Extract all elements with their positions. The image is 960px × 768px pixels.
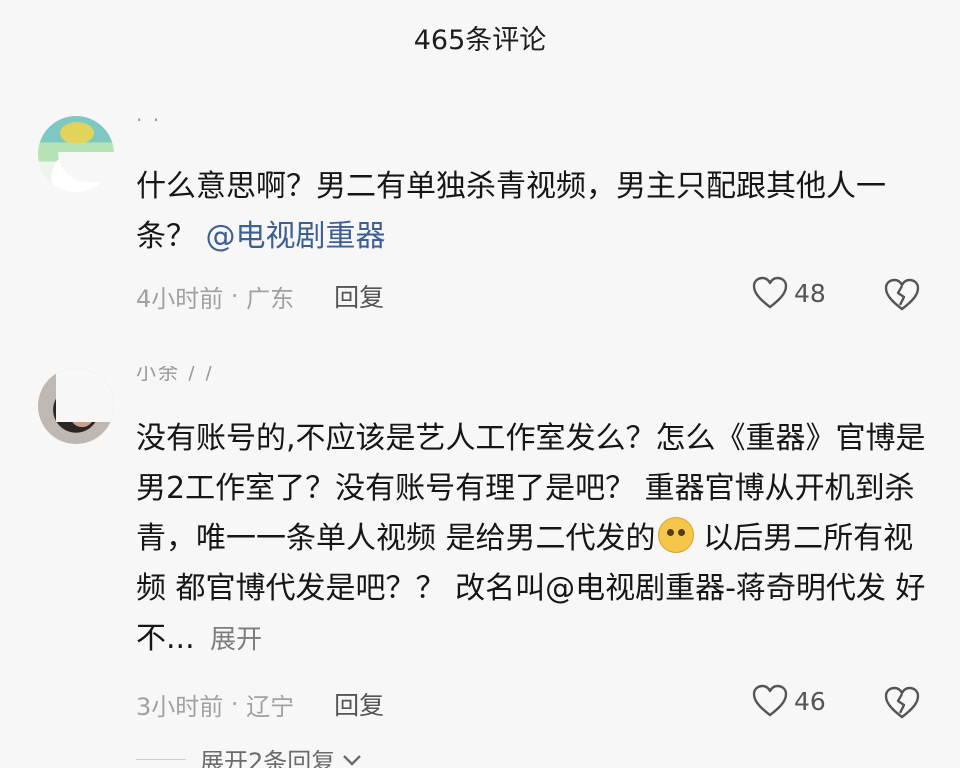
broken-heart-icon [884, 686, 920, 719]
comment-text[interactable]: 没有账号的,不应该是艺人工作室发么？怎么《重器》官博是男2工作室了？没有账号有理… [136, 414, 926, 665]
dislike-button[interactable] [884, 278, 920, 316]
avatar[interactable] [38, 116, 114, 192]
comment-time: 4小时前 [136, 284, 224, 313]
comment-text[interactable]: 什么意思啊？男二有单独杀青视频，男主只配跟其他人一条？ @电视剧重器 [136, 162, 926, 262]
heart-outline-icon [752, 276, 788, 309]
broken-heart-icon [884, 278, 920, 311]
mention-link[interactable]: @电视剧重器 [206, 219, 386, 254]
divider-line [136, 759, 186, 760]
comment-location: 广东 [246, 284, 295, 313]
avatar[interactable] [38, 368, 114, 444]
comment-location: 辽宁 [246, 692, 295, 721]
comments-page: 465条评论 · · 什么意思啊？男二有单独杀青视频，男主只配跟其他人一条？ @… [0, 0, 960, 768]
comment-meta: 4小时前 · 广东 回复 [136, 276, 384, 316]
like-button[interactable]: 48 [752, 276, 826, 310]
dislike-button[interactable] [884, 686, 920, 724]
reply-button[interactable]: 回复 [334, 278, 384, 314]
comment-meta: 3小时前 · 辽宁 回复 [136, 684, 384, 724]
comment-count-title: 465条评论 [413, 25, 547, 56]
meta-separator: · [223, 690, 247, 718]
like-count: 46 [794, 686, 826, 716]
username[interactable]: 小余 / / [136, 366, 214, 382]
reply-button[interactable]: 回复 [334, 686, 384, 722]
username[interactable]: · · [136, 114, 161, 130]
like-count: 48 [794, 278, 826, 308]
thinking-face-emoji [657, 517, 694, 553]
like-button[interactable]: 46 [752, 684, 826, 718]
chevron-down-icon [343, 754, 362, 766]
meta-separator: · [223, 282, 247, 310]
expand-comment-button[interactable]: 展开 [210, 625, 262, 655]
expand-replies-label: 展开2条回复 [200, 748, 336, 768]
expand-replies-button[interactable]: 展开2条回复 [136, 742, 363, 768]
comment-time: 3小时前 [136, 692, 224, 721]
heart-outline-icon [752, 684, 788, 717]
